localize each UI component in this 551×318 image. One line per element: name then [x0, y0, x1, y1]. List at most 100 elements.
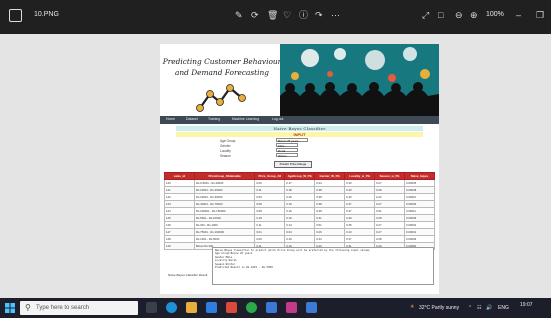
delete-icon[interactable]: 🗑 — [267, 9, 278, 21]
table-cell: 0.06 — [254, 235, 286, 243]
table-cell: 0.08 — [254, 200, 286, 208]
table-cell: Rs.5001 - Rs.10000 — [193, 214, 256, 222]
table-cell: 144 — [164, 207, 195, 215]
info-icon[interactable]: ⓘ — [299, 9, 308, 21]
nav-training[interactable]: Training — [208, 117, 220, 121]
banner-illustration — [280, 44, 439, 116]
table-cell: 0.11 — [254, 186, 286, 194]
nav-home[interactable]: Home — [166, 117, 175, 121]
edge-browser-icon[interactable] — [166, 302, 177, 313]
maximize-icon[interactable]: ❐ — [536, 9, 544, 21]
gender-select[interactable]: Male — [276, 143, 298, 148]
locality-label: Locality — [220, 149, 231, 153]
table-cell: 0.17 — [284, 179, 316, 187]
table-cell: 0.37 — [344, 207, 376, 215]
locality-select[interactable]: Rural — [276, 148, 298, 153]
col-header: Gender_W_PG — [314, 172, 346, 180]
nav-machine-learning[interactable]: Machine Learning — [232, 117, 259, 121]
table-cell: 0.00036 — [404, 200, 435, 208]
table-cell: Rs.75001 - Rs.100000 — [193, 228, 256, 236]
table-cell: 148 — [164, 235, 195, 243]
col-header: sales_id — [164, 172, 195, 180]
taskbar-search-box[interactable]: ⚲ Type here to search — [20, 301, 138, 315]
table-cell: 0.40 — [344, 193, 376, 201]
table-cell: 0.00039 — [404, 235, 435, 243]
gender-label: Gender — [220, 144, 231, 148]
nav-dataset[interactable]: Dataset — [186, 117, 198, 121]
photos-app-icon — [9, 9, 22, 22]
file-explorer-icon[interactable] — [186, 302, 197, 313]
banner: Predicting Customer Behaviour and Demand… — [160, 44, 439, 116]
table-row: 140 Rs.0-5001 - Rs.40000 0.06 0.17 0.44 0.33 0… — [164, 179, 435, 187]
chrome-icon[interactable] — [246, 302, 257, 313]
table-cell: 0.27 — [374, 221, 406, 229]
table-cell: 0.06 — [254, 179, 286, 187]
table-cell: Rs.20001 - Rs.30000 — [193, 193, 256, 201]
col-header: Locality_w_PG — [344, 172, 376, 180]
table-cell: 0.00048 — [404, 186, 435, 194]
windows-start-icon[interactable] — [5, 303, 15, 313]
table-cell: 0.22 — [374, 193, 406, 201]
share-icon[interactable]: ↷ — [315, 9, 323, 21]
table-cell: 0.27 — [374, 200, 406, 208]
table-cell: Rs.100001 - Rs.150000 — [193, 207, 256, 215]
weather-icon: ☀ — [410, 304, 415, 310]
table-cell: 0.31 — [314, 214, 346, 222]
language-indicator[interactable]: ENG — [498, 305, 509, 311]
tray-expand-icon[interactable]: ⌃ — [468, 305, 472, 311]
fullscreen-icon[interactable]: □ — [438, 9, 443, 21]
graph-decoration — [196, 84, 246, 112]
table-cell: 0.19 — [284, 207, 316, 215]
table-cell: 0.00010 — [404, 193, 435, 201]
table-cell: 0.38 — [314, 200, 346, 208]
col-header: PriceGroup_Obtainable — [193, 172, 256, 180]
site-title: Predicting Customer Behaviour and Demand… — [162, 57, 282, 77]
table-cell: 0.19 — [284, 214, 316, 222]
task-view-icon[interactable] — [146, 302, 157, 313]
page-title: Naive Bayes Classifier — [176, 126, 423, 131]
predict-price-range-button[interactable]: Predict Price Range — [274, 161, 312, 168]
more-options-icon[interactable]: ⋯ — [331, 9, 340, 21]
table-cell: 0.13 — [344, 228, 376, 236]
table-cell: 0.38 — [314, 186, 346, 194]
volume-icon[interactable]: 🔊 — [486, 305, 492, 311]
table-cell: Rs.40001 - Rs.75000 — [193, 200, 256, 208]
expand-icon[interactable]: ⤢ — [422, 9, 429, 21]
minimize-icon[interactable]: – — [516, 9, 521, 21]
word-icon[interactable] — [266, 302, 277, 313]
season-select[interactable]: Winter — [276, 153, 298, 158]
clock-time[interactable]: 19:07 — [520, 302, 533, 308]
table-cell: 0.28 — [374, 235, 406, 243]
table-cell: 0.06 — [254, 193, 286, 201]
table-cell: 0.27 — [374, 179, 406, 187]
store-icon[interactable] — [306, 302, 317, 313]
zoom-out-icon[interactable]: ⊖ — [455, 9, 463, 21]
zoom-in-icon[interactable]: ⊕ — [470, 9, 478, 21]
table-cell: 149 — [164, 242, 195, 250]
age-group-select[interactable]: Below 25 years — [276, 138, 308, 143]
rotate-icon[interactable]: ⟳ — [251, 9, 259, 21]
network-icon[interactable]: ☷ — [477, 305, 481, 311]
nav-log-out[interactable]: Log out — [272, 117, 283, 121]
windows-taskbar: ⚲ Type here to search ☀ 32°C Partly sunn… — [0, 298, 551, 318]
table-cell: 140 — [164, 179, 195, 187]
table-cell: 0.33 — [344, 179, 376, 187]
office-icon[interactable] — [226, 302, 237, 313]
favorite-heart-icon[interactable]: ♡ — [283, 9, 291, 21]
table-cell: 0.08 — [254, 207, 286, 215]
table-cell: 0.44 — [314, 179, 346, 187]
result-textarea[interactable]: Naive Bayes Classifier to predict which … — [212, 247, 434, 285]
weather-text[interactable]: 32°C Partly sunny — [419, 305, 459, 311]
col-header: Naive_bayes — [404, 172, 435, 180]
photos-icon[interactable] — [286, 302, 297, 313]
table-cell: 0.00045 — [404, 214, 435, 222]
photos-title-bar: 10.PNG ✎ ⟳ 🗑 ♡ ⓘ ↷ ⋯ ⤢ □ ⊖ ⊕ 100% – ❐ — [0, 0, 551, 34]
table-cell: 0.26 — [314, 228, 346, 236]
age-group-label: Age Group — [220, 139, 236, 143]
edit-image-icon[interactable]: ✎ — [235, 9, 243, 21]
business-people-illustration — [280, 44, 439, 116]
table-cell: 147 — [164, 228, 195, 236]
mail-icon[interactable] — [206, 302, 217, 313]
search-icon: ⚲ — [25, 303, 31, 312]
table-cell: 0.18 — [284, 186, 316, 194]
